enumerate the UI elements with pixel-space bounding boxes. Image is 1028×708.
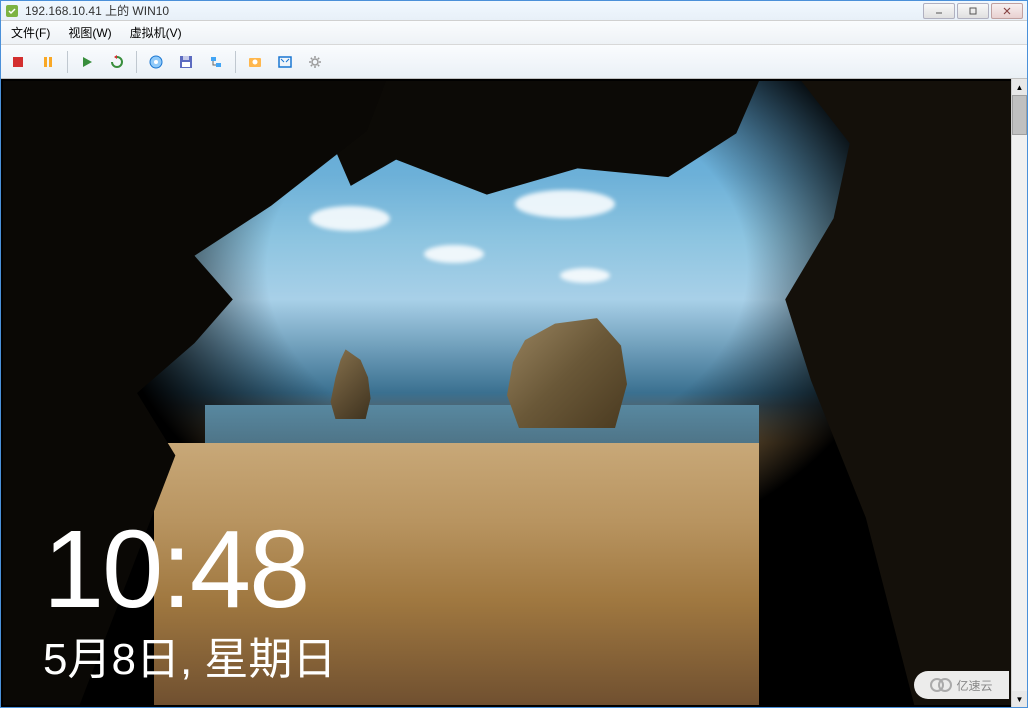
- fullscreen-button[interactable]: [274, 51, 296, 73]
- toolbar-separator: [136, 51, 137, 73]
- refresh-button[interactable]: [106, 51, 128, 73]
- minimize-button[interactable]: [923, 3, 955, 19]
- scroll-up-arrow[interactable]: ▲: [1012, 79, 1027, 95]
- window-controls: [923, 3, 1023, 19]
- scroll-track[interactable]: [1012, 95, 1027, 691]
- watermark-text: 亿速云: [956, 677, 992, 694]
- menu-view[interactable]: 视图(W): [64, 22, 115, 43]
- cdrom-button[interactable]: [145, 51, 167, 73]
- watermark-badge: 亿速云: [914, 671, 1009, 699]
- titlebar[interactable]: 192.168.10.41 上的 WIN10: [1, 1, 1027, 21]
- lockscreen-time: 10:48: [43, 515, 308, 625]
- vm-display[interactable]: 10:48 5月8日, 星期日: [3, 81, 1011, 705]
- menu-vm[interactable]: 虚拟机(V): [126, 22, 186, 43]
- settings-button[interactable]: [304, 51, 326, 73]
- watermark-icon: [930, 677, 952, 693]
- toolbar-separator: [235, 51, 236, 73]
- toolbar: [1, 45, 1027, 79]
- vmware-console-window: 192.168.10.41 上的 WIN10 文件(F) 视图(W) 虚拟机(V…: [0, 0, 1028, 708]
- scroll-down-arrow[interactable]: ▼: [1012, 691, 1027, 707]
- pause-button[interactable]: [37, 51, 59, 73]
- menubar: 文件(F) 视图(W) 虚拟机(V): [1, 21, 1027, 45]
- network-button[interactable]: [205, 51, 227, 73]
- vsphere-icon: [5, 4, 19, 18]
- maximize-button[interactable]: [957, 3, 989, 19]
- vertical-scrollbar[interactable]: ▲ ▼: [1011, 79, 1027, 707]
- content-area: 10:48 5月8日, 星期日 ▲ ▼ 亿速云: [1, 79, 1027, 707]
- play-button[interactable]: [76, 51, 98, 73]
- clouds: [265, 175, 719, 331]
- toolbar-separator: [67, 51, 68, 73]
- lockscreen-date: 5月8日, 星期日: [43, 634, 336, 687]
- floppy-button[interactable]: [175, 51, 197, 73]
- menu-file[interactable]: 文件(F): [7, 22, 54, 43]
- window-title: 192.168.10.41 上的 WIN10: [25, 2, 923, 19]
- snapshot-button[interactable]: [244, 51, 266, 73]
- stop-button[interactable]: [7, 51, 29, 73]
- scroll-thumb[interactable]: [1012, 95, 1027, 135]
- close-button[interactable]: [991, 3, 1023, 19]
